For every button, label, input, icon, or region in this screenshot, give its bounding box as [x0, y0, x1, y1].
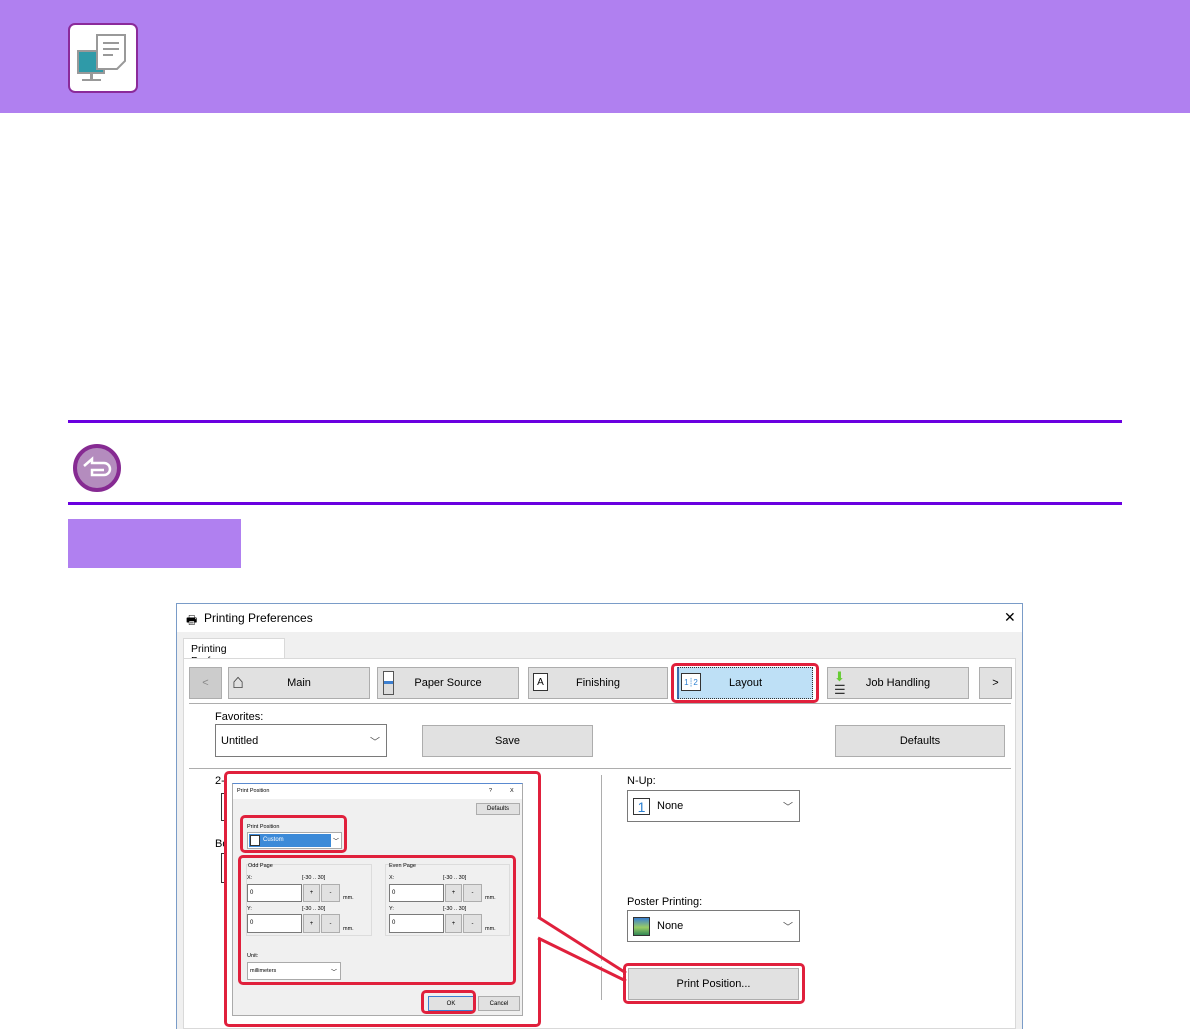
dialog-close-icon[interactable]: X [510, 788, 514, 794]
print-position-highlight [240, 815, 347, 853]
dialog-title: Print Position [237, 788, 270, 794]
dialog-titlebar [233, 784, 522, 799]
dialog-defaults-button[interactable]: Defaults [476, 803, 520, 815]
ok-highlight [421, 990, 476, 1014]
cancel-button[interactable]: Cancel [478, 996, 520, 1011]
offset-settings-highlight [238, 855, 516, 985]
callout-lines [537, 915, 627, 983]
help-icon[interactable]: ? [489, 788, 492, 794]
